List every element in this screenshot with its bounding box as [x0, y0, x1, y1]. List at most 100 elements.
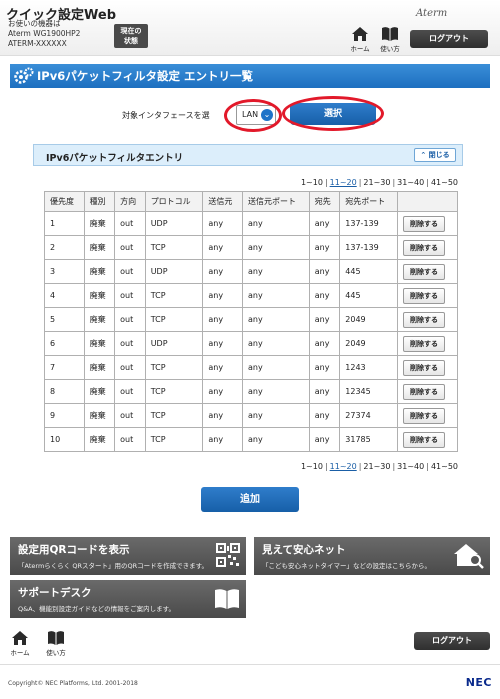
table-cell: out [114, 427, 146, 452]
table-cell: any [241, 403, 310, 428]
table-cell: TCP [144, 235, 204, 260]
footer-divider [0, 664, 500, 665]
footer-home-button[interactable]: ホーム [8, 630, 32, 657]
table-cell: any [202, 427, 243, 452]
table-cell: 廃棄 [83, 235, 116, 260]
status-label-line1: 現在の [120, 27, 142, 35]
table-cell: any [308, 379, 341, 404]
column-header: 送信元 [202, 191, 243, 212]
table-cell: any [241, 283, 310, 308]
table-row: 4 廃棄 out TCP any any any 445 削除する [44, 283, 459, 308]
table-cell: 廃棄 [83, 379, 116, 404]
footer-nav: ホーム 使い方 ログアウト [0, 624, 500, 662]
table-row: 3 廃棄 out UDP any any any 445 削除する [44, 259, 459, 284]
table-cell-action: 削除する [396, 307, 459, 332]
table-cell: any [202, 283, 243, 308]
highlight-ring [224, 99, 282, 132]
page-link[interactable]: 1~10 [301, 462, 323, 471]
table-cell: 137-139 [339, 211, 398, 236]
page-link[interactable]: 1~10 [301, 178, 323, 187]
logout-button[interactable]: ログアウト [410, 30, 488, 48]
interface-label: 対象インタフェースを選 [122, 111, 210, 120]
delete-button[interactable]: 削除する [402, 263, 445, 280]
collapse-button[interactable]: ⌃ 閉じる [414, 148, 456, 162]
delete-button[interactable]: 削除する [402, 431, 445, 448]
pager-separator: | [426, 178, 429, 187]
device-name: ATERM-XXXXXX [8, 39, 67, 48]
device-info-line: お使いの機器は [8, 19, 61, 28]
table-cell-action: 削除する [396, 331, 459, 356]
delete-button[interactable]: 削除する [402, 359, 445, 376]
table-cell: any [308, 259, 341, 284]
table-cell: 31785 [339, 427, 398, 452]
add-entry-button[interactable]: 追加 [201, 487, 299, 512]
support-card-title: サポートデスク [18, 587, 92, 599]
table-cell: 9 [44, 403, 85, 428]
table-cell: any [202, 307, 243, 332]
table-cell: out [114, 307, 146, 332]
section-header: IPv6パケットフィルタエントリ ⌃ 閉じる [33, 144, 463, 166]
page-link[interactable]: 21~30 [363, 178, 390, 187]
book-icon [215, 589, 239, 609]
table-cell: any [241, 211, 310, 236]
table-cell: out [114, 259, 146, 284]
table-cell: out [114, 331, 146, 356]
delete-button[interactable]: 削除する [402, 383, 445, 400]
table-header-row: 優先度 種別 方向 プロトコル 送信元 送信元ポート 宛先 宛先ポート [44, 191, 459, 212]
table-cell-action: 削除する [396, 355, 459, 380]
delete-button[interactable]: 削除する [402, 239, 445, 256]
qr-card-title: 設定用QRコードを表示 [18, 544, 130, 556]
home-button[interactable]: ホーム [348, 26, 372, 53]
table-row: 10 廃棄 out TCP any any any 31785 削除する [44, 427, 459, 452]
page-link[interactable]: 11~20 [330, 462, 357, 471]
table-cell-action: 削除する [396, 403, 459, 428]
column-header: 宛先 [308, 191, 341, 212]
current-status-button[interactable]: 現在の 状態 [114, 24, 148, 48]
qr-code-card[interactable]: 設定用QRコードを表示 「Atermらくらく QRスタート」用のQRコードを作成… [10, 537, 246, 575]
house-search-icon [454, 544, 484, 569]
delete-button[interactable]: 削除する [402, 335, 445, 352]
delete-button[interactable]: 削除する [402, 215, 445, 232]
pager-separator: | [324, 178, 328, 187]
table-cell: UDP [144, 331, 204, 356]
table-cell: 廃棄 [83, 307, 116, 332]
table-cell: any [202, 379, 243, 404]
pager-separator: | [358, 462, 362, 471]
table-cell: 12345 [339, 379, 398, 404]
table-cell: out [114, 283, 146, 308]
page-link[interactable]: 31~40 [397, 462, 424, 471]
status-label-line2: 状態 [124, 37, 138, 45]
nec-logo: NEC [465, 676, 492, 689]
page-link[interactable]: 31~40 [397, 178, 424, 187]
table-row: 7 廃棄 out TCP any any any 1243 削除する [44, 355, 459, 380]
footer-manual-button[interactable]: 使い方 [44, 630, 68, 657]
page-link[interactable]: 41~50 [431, 462, 458, 471]
home-label: ホーム [350, 45, 370, 53]
table-cell: any [241, 427, 310, 452]
table-cell: UDP [144, 259, 204, 284]
book-icon [382, 27, 398, 41]
device-model: Aterm WG1900HP2 [8, 29, 81, 38]
page-link[interactable]: 11~20 [330, 178, 357, 187]
support-desk-card[interactable]: サポートデスク Q&A、機能別設定ガイドなどの情報をご案内します。 [10, 580, 246, 618]
table-cell: 3 [44, 259, 85, 284]
table-cell: any [308, 283, 341, 308]
column-header: プロトコル [144, 191, 204, 212]
delete-button[interactable]: 削除する [402, 407, 445, 424]
table-cell: 27374 [339, 403, 398, 428]
delete-button[interactable]: 削除する [402, 287, 445, 304]
page-link[interactable]: 21~30 [363, 462, 390, 471]
footer-logout-button[interactable]: ログアウト [414, 632, 490, 650]
delete-button[interactable]: 削除する [402, 311, 445, 328]
copyright: Copyright© NEC Platforms, Ltd. 2001-2018 [8, 680, 138, 687]
table-cell: 廃棄 [83, 259, 116, 284]
table-cell: 2049 [339, 331, 398, 356]
table-cell: UDP [144, 211, 204, 236]
table-cell: any [241, 355, 310, 380]
table-cell: 廃棄 [83, 331, 116, 356]
manual-button[interactable]: 使い方 [378, 26, 402, 53]
page-link[interactable]: 41~50 [431, 178, 458, 187]
safety-net-card[interactable]: 見えて安心ネット 「こども安心ネットタイマー」などの設定はこちらから。 [254, 537, 490, 575]
table-cell: out [114, 403, 146, 428]
table-cell: TCP [144, 307, 204, 332]
